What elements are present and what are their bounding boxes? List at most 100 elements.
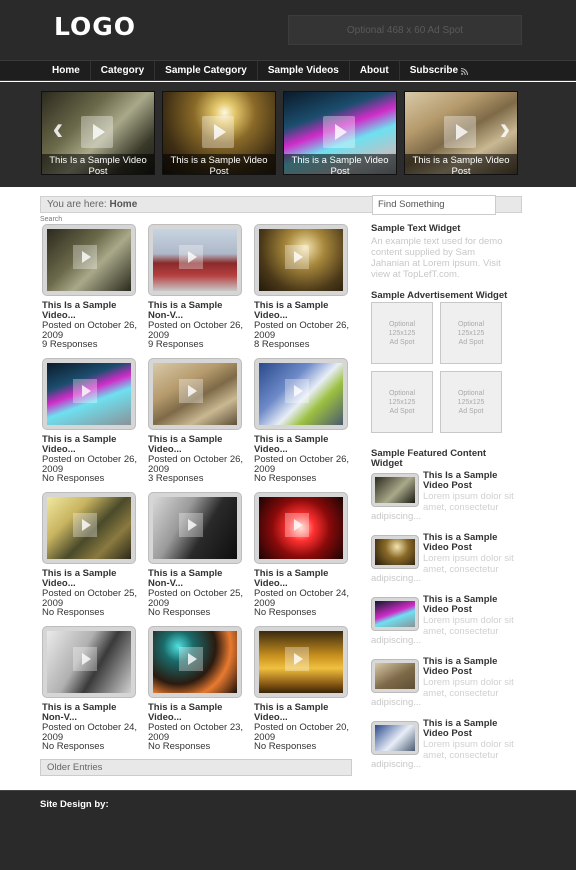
post-date: Posted on October 26, 2009 <box>42 454 138 475</box>
post-card[interactable]: This is a Sample Video... Posted on Octob… <box>254 626 354 752</box>
featured-thumbnail[interactable] <box>371 597 419 631</box>
post-title[interactable]: This is a Sample Video... <box>254 703 354 723</box>
post-date: Posted on October 20, 2009 <box>254 722 350 743</box>
post-card[interactable]: This is a Sample Non-V... Posted on Octob… <box>42 626 142 752</box>
post-responses[interactable]: 9 Responses <box>148 340 248 350</box>
post-title[interactable]: This is a Sample Video... <box>148 435 248 455</box>
post-responses[interactable]: No Responses <box>254 742 354 752</box>
post-thumbnail[interactable] <box>148 358 242 430</box>
post-title[interactable]: This is a Sample Video... <box>254 301 354 321</box>
post-thumbnail[interactable] <box>254 626 348 698</box>
post-responses[interactable]: 9 Responses <box>42 340 142 350</box>
post-thumbnail[interactable] <box>42 492 136 564</box>
post-date: Posted on October 26, 2009 <box>254 454 350 475</box>
older-entries-link[interactable]: Older Entries <box>40 759 352 776</box>
ad-spot-125[interactable]: Optional 125x125 Ad Spot <box>371 371 433 433</box>
site-logo[interactable]: LOGO <box>54 12 136 41</box>
featured-item[interactable]: This is a Sample Video Post Lorem ipsum d… <box>371 657 531 708</box>
play-icon <box>73 647 97 671</box>
slide-caption: This Is a Sample Video Post <box>42 154 154 174</box>
post-date: Posted on October 25, 2009 <box>42 588 138 609</box>
post-title[interactable]: This is a Sample Video... <box>148 703 248 723</box>
featured-title[interactable]: This Is a Sample Video Post <box>423 471 523 491</box>
ad-spot-125[interactable]: Optional 125x125 Ad Spot <box>371 302 433 364</box>
featured-item[interactable]: This is a Sample Video Post Lorem ipsum d… <box>371 595 531 646</box>
post-responses[interactable]: No Responses <box>254 608 354 618</box>
post-responses[interactable]: No Responses <box>42 742 142 752</box>
post-title[interactable]: This is a Sample Non-V... <box>148 569 248 589</box>
featured-thumbnail[interactable] <box>371 721 419 755</box>
post-thumbnail[interactable] <box>148 224 242 296</box>
post-title[interactable]: This is a Sample Video... <box>42 435 142 455</box>
post-thumbnail[interactable] <box>254 492 348 564</box>
header-ad-spot[interactable]: Optional 468 x 60 Ad Spot <box>288 15 522 45</box>
post-card[interactable]: This is a Sample Video... Posted on Octob… <box>148 358 248 484</box>
breadcrumb-current[interactable]: Home <box>109 199 137 210</box>
post-card[interactable]: This Is a Sample Video... Posted on Octob… <box>42 224 142 350</box>
nav-item-sample-category[interactable]: Sample Category <box>154 61 257 81</box>
post-thumbnail[interactable] <box>42 358 136 430</box>
post-responses[interactable]: No Responses <box>148 608 248 618</box>
slide-caption: This is a Sample Video Post <box>163 154 275 174</box>
featured-thumbnail[interactable] <box>371 659 419 693</box>
post-thumbnail[interactable] <box>42 224 136 296</box>
search-input[interactable]: Find Something <box>372 195 496 215</box>
slider-slide[interactable]: This is a Sample Video Post <box>283 91 397 175</box>
nav-item-label: About <box>359 65 389 76</box>
ad-spot-125[interactable]: Optional 125x125 Ad Spot <box>440 302 502 364</box>
post-thumbnail[interactable] <box>42 626 136 698</box>
post-title[interactable]: This is a Sample Video... <box>42 569 142 589</box>
post-title[interactable]: This is a Sample Non-V... <box>42 703 142 723</box>
featured-title[interactable]: This is a Sample Video Post <box>423 657 523 677</box>
featured-title[interactable]: This is a Sample Video Post <box>423 719 523 739</box>
featured-widget-title: Sample Featured Content Widget <box>371 448 487 469</box>
rss-icon <box>461 67 469 75</box>
play-icon <box>179 245 203 269</box>
play-icon <box>444 116 476 148</box>
post-title[interactable]: This Is a Sample Video... <box>42 301 142 321</box>
post-responses[interactable]: No Responses <box>42 608 142 618</box>
ad-spot-125[interactable]: Optional 125x125 Ad Spot <box>440 371 502 433</box>
featured-item[interactable]: This is a Sample Video Post Lorem ipsum d… <box>371 533 531 584</box>
post-responses[interactable]: 8 Responses <box>254 340 354 350</box>
featured-item[interactable]: This Is a Sample Video Post Lorem ipsum d… <box>371 471 531 522</box>
featured-item[interactable]: This is a Sample Video Post Lorem ipsum d… <box>371 719 531 770</box>
post-thumbnail[interactable] <box>254 224 348 296</box>
featured-thumbnail[interactable] <box>371 473 419 507</box>
slider-next-arrow[interactable]: › <box>493 112 517 144</box>
post-title[interactable]: This is a Sample Video... <box>254 435 354 455</box>
post-thumbnail[interactable] <box>148 492 242 564</box>
post-title[interactable]: This is a Sample Non-V... <box>148 301 248 321</box>
featured-excerpt: Lorem ipsum dolor sit amet, consectetur <box>423 677 514 699</box>
post-thumbnail[interactable] <box>148 626 242 698</box>
post-responses[interactable]: No Responses <box>148 742 248 752</box>
nav-item-home[interactable]: Home <box>42 61 90 81</box>
post-thumbnail[interactable] <box>254 358 348 430</box>
featured-title[interactable]: This is a Sample Video Post <box>423 595 523 615</box>
post-card[interactable]: This is a Sample Video... Posted on Octob… <box>148 626 248 752</box>
post-card[interactable]: This is a Sample Video... Posted on Octob… <box>42 492 142 618</box>
nav-item-about[interactable]: About <box>348 61 399 81</box>
nav-item-subscribe[interactable]: Subscribe <box>398 61 478 81</box>
post-responses[interactable]: No Responses <box>254 474 354 484</box>
post-responses[interactable]: No Responses <box>42 474 142 484</box>
post-responses[interactable]: 3 Responses <box>148 474 248 484</box>
nav-item-category[interactable]: Category <box>89 61 154 81</box>
nav-item-label: Sample Videos <box>267 65 339 76</box>
featured-title[interactable]: This is a Sample Video Post <box>423 533 523 553</box>
slider-slide[interactable]: This is a Sample Video Post <box>162 91 276 175</box>
post-card[interactable]: This is a Sample Non-V... Posted on Octob… <box>148 224 248 350</box>
footer-credit: Site Design by: <box>40 799 109 810</box>
slider-prev-arrow[interactable]: ‹ <box>46 112 70 144</box>
featured-excerpt-continued: adipiscing... <box>371 511 422 522</box>
featured-thumbnail[interactable] <box>371 535 419 569</box>
post-date: Posted on October 26, 2009 <box>42 320 138 341</box>
nav-item-label: Category <box>100 65 145 76</box>
nav-item-sample-videos[interactable]: Sample Videos <box>256 61 349 81</box>
post-title[interactable]: This is a Sample Video... <box>254 569 354 589</box>
post-card[interactable]: This is a Sample Video... Posted on Octob… <box>254 224 354 350</box>
post-card[interactable]: This is a Sample Video... Posted on Octob… <box>254 358 354 484</box>
post-card[interactable]: This is a Sample Video... Posted on Octob… <box>42 358 142 484</box>
post-card[interactable]: This is a Sample Video... Posted on Octob… <box>254 492 354 618</box>
post-card[interactable]: This is a Sample Non-V... Posted on Octob… <box>148 492 248 618</box>
